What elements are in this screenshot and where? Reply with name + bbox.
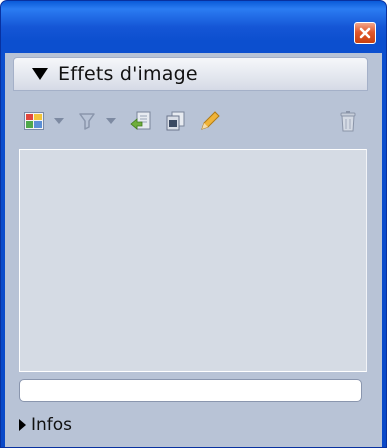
palette-window: Effets d'image Infos	[0, 0, 387, 448]
color-grid-button[interactable]	[23, 107, 45, 135]
palette-body: Effets d'image Infos	[5, 53, 382, 447]
import-icon	[130, 111, 151, 130]
effects-list[interactable]	[19, 149, 367, 372]
color-grid-dropdown[interactable]	[53, 107, 65, 135]
image-effects-header[interactable]: Effets d'image	[13, 57, 368, 91]
filter-icon	[79, 113, 95, 130]
infos-label: Infos	[31, 415, 73, 435]
duplicate-button[interactable]	[163, 107, 187, 135]
infos-section-toggle[interactable]: Infos	[19, 413, 72, 437]
close-x-icon	[359, 27, 371, 39]
close-button[interactable]	[354, 22, 376, 44]
import-button[interactable]	[129, 107, 153, 135]
panel-title: Effets d'image	[58, 63, 198, 85]
trash-icon	[340, 111, 356, 132]
effect-name-field[interactable]	[19, 379, 362, 402]
pencil-icon	[201, 111, 220, 130]
duplicate-icon	[166, 111, 185, 131]
filter-button[interactable]	[77, 107, 97, 135]
dropdown-arrow-icon	[54, 118, 64, 124]
triangle-right-icon[interactable]	[19, 419, 26, 431]
effects-toolbar	[19, 107, 369, 139]
dropdown-arrow-icon	[106, 118, 116, 124]
delete-button[interactable]	[337, 107, 359, 135]
edit-button[interactable]	[197, 107, 223, 135]
color-grid-icon	[24, 112, 44, 130]
triangle-down-icon[interactable]	[32, 68, 48, 80]
filter-dropdown[interactable]	[105, 107, 117, 135]
